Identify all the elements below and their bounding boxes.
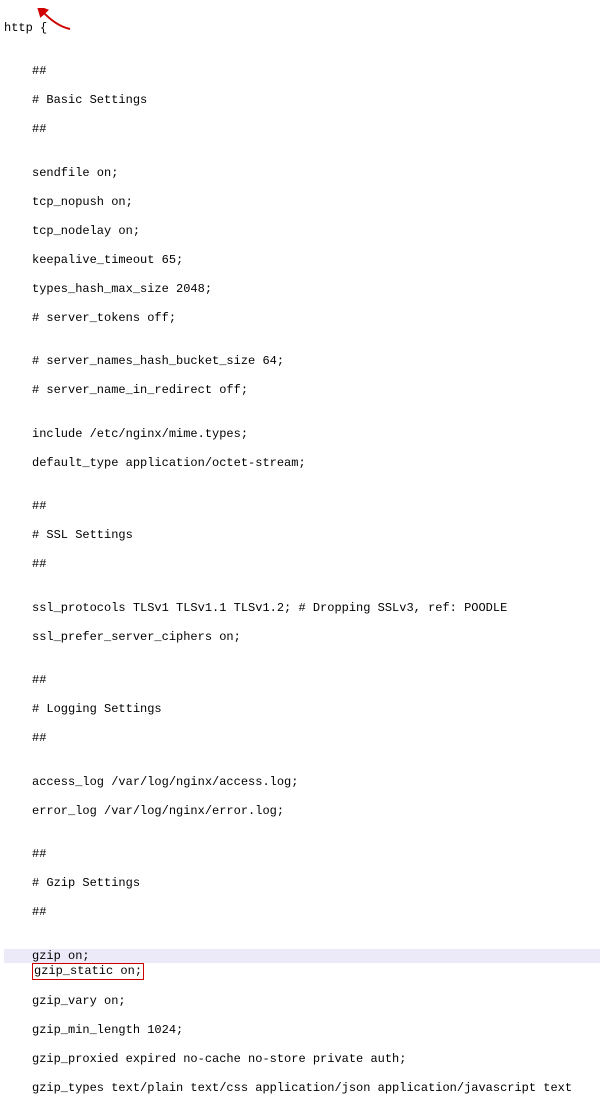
- code-line: # Basic Settings: [4, 93, 600, 108]
- annotation-arrow-icon: [36, 8, 76, 34]
- code-line: types_hash_max_size 2048;: [4, 282, 600, 297]
- code-line: keepalive_timeout 65;: [4, 253, 600, 268]
- cursor-line: gzip on;: [4, 949, 600, 964]
- code-line: gzip_proxied expired no-cache no-store p…: [4, 1052, 600, 1067]
- code-line: # Gzip Settings: [4, 876, 600, 891]
- code-line: access_log /var/log/nginx/access.log;: [4, 775, 600, 790]
- code-line: # Logging Settings: [4, 702, 600, 717]
- code-line: tcp_nopush on;: [4, 195, 600, 210]
- code-line: ssl_protocols TLSv1 TLSv1.1 TLSv1.2; # D…: [4, 601, 600, 616]
- code-line: include /etc/nginx/mime.types;: [4, 427, 600, 442]
- code-line: ssl_prefer_server_ciphers on;: [4, 630, 600, 645]
- code-line: # server_names_hash_bucket_size 64;: [4, 354, 600, 369]
- code-line: sendfile on;: [4, 166, 600, 181]
- code-line: gzip_types text/plain text/css applicati…: [4, 1081, 600, 1096]
- code-line: ##: [4, 122, 600, 137]
- code-line: ##: [4, 557, 600, 572]
- code-line: ##: [4, 673, 600, 688]
- code-line: ##: [4, 905, 600, 920]
- code-line: # SSL Settings: [4, 528, 600, 543]
- code-line: error_log /var/log/nginx/error.log;: [4, 804, 600, 819]
- code-line: ##: [4, 731, 600, 746]
- code-line: ##: [4, 847, 600, 862]
- red-highlight-box: gzip_static on;: [32, 963, 144, 980]
- code-line: http {: [4, 21, 600, 36]
- code-line: gzip_min_length 1024;: [4, 1023, 600, 1038]
- highlighted-line: gzip_static on;: [4, 963, 600, 980]
- code-line: # server_name_in_redirect off;: [4, 383, 600, 398]
- code-line: ##: [4, 499, 600, 514]
- code-block: http { ## # Basic Settings ## sendfile o…: [0, 0, 600, 1110]
- code-line: default_type application/octet-stream;: [4, 456, 600, 471]
- code-line: tcp_nodelay on;: [4, 224, 600, 239]
- code-line: ##: [4, 64, 600, 79]
- code-line: # server_tokens off;: [4, 311, 600, 326]
- code-line: gzip on;: [4, 949, 90, 964]
- code-line: gzip_vary on;: [4, 994, 600, 1009]
